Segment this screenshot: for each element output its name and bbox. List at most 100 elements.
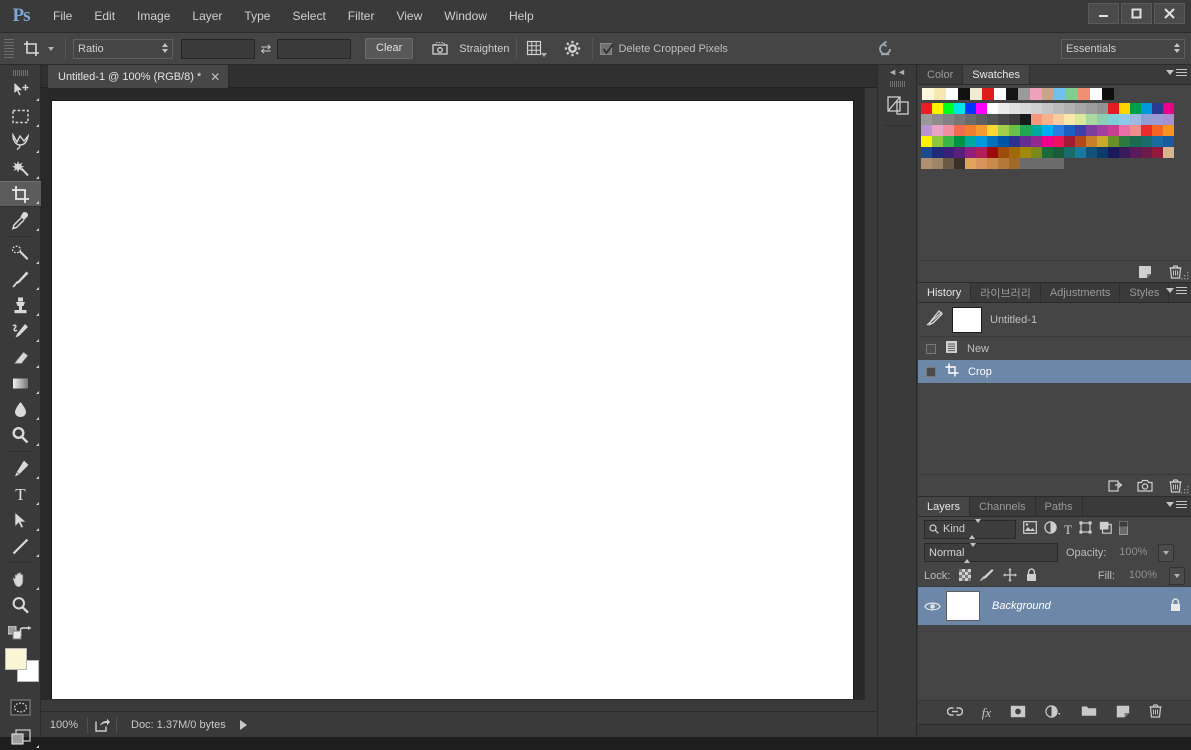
- color-swatch[interactable]: [1119, 147, 1130, 158]
- color-swatch[interactable]: [943, 136, 954, 147]
- filter-pixel-icon[interactable]: [1023, 521, 1037, 537]
- color-swatch[interactable]: [1075, 147, 1086, 158]
- blend-mode-select[interactable]: Normal: [924, 542, 1058, 563]
- color-swatch[interactable]: [987, 125, 998, 136]
- path-selection-tool-flyout-icon[interactable]: [36, 528, 39, 531]
- color-swatch[interactable]: [1119, 136, 1130, 147]
- share-icon[interactable]: [88, 718, 116, 732]
- pen-tool-flyout-icon[interactable]: [36, 476, 39, 479]
- color-swatch[interactable]: [1097, 114, 1108, 125]
- color-swatch[interactable]: [1009, 158, 1020, 169]
- color-swatch[interactable]: [1009, 136, 1020, 147]
- color-swatch[interactable]: [1152, 147, 1163, 158]
- color-swatch[interactable]: [1141, 136, 1152, 147]
- color-swatch[interactable]: [1141, 125, 1152, 136]
- zoom-level[interactable]: 100%: [41, 719, 87, 731]
- color-swatch[interactable]: [932, 158, 943, 169]
- color-swatch[interactable]: [1152, 125, 1163, 136]
- color-swatch[interactable]: [1031, 136, 1042, 147]
- layer-row-background[interactable]: Background: [918, 587, 1191, 625]
- color-swatch[interactable]: [987, 103, 998, 114]
- reset-icon[interactable]: [873, 37, 899, 61]
- color-swatch[interactable]: [1020, 125, 1031, 136]
- color-swatch[interactable]: [1042, 158, 1053, 169]
- crop-width-input[interactable]: [181, 38, 255, 59]
- lasso-tool[interactable]: [0, 129, 41, 155]
- color-swatch[interactable]: [1031, 103, 1042, 114]
- crop-ratio-stepper-icon[interactable]: [162, 42, 168, 53]
- color-swatch[interactable]: [998, 147, 1009, 158]
- color-swatch[interactable]: [1064, 125, 1075, 136]
- color-swatch[interactable]: [954, 158, 965, 169]
- color-swatch[interactable]: [965, 147, 976, 158]
- menu-window[interactable]: Window: [433, 0, 498, 33]
- tab-paths[interactable]: Paths: [1036, 497, 1083, 516]
- layer-name[interactable]: Background: [980, 600, 1170, 612]
- healing-brush-tool[interactable]: [0, 240, 41, 266]
- color-swatch[interactable]: [943, 158, 954, 169]
- maximize-button[interactable]: [1121, 3, 1152, 24]
- canvas-horizontal-scrollbar[interactable]: [41, 699, 864, 711]
- color-swatch[interactable]: [932, 125, 943, 136]
- eraser-tool[interactable]: [0, 344, 41, 370]
- lock-all-icon[interactable]: [1026, 567, 1037, 585]
- crop-tool-flyout-icon[interactable]: [36, 201, 39, 204]
- add-layer-mask-icon[interactable]: [1010, 705, 1026, 721]
- status-expand-arrow-icon[interactable]: [239, 719, 247, 730]
- delete-cropped-pixels-checkbox[interactable]: Delete Cropped Pixels: [600, 42, 728, 55]
- color-swatch[interactable]: [1075, 103, 1086, 114]
- lock-transparency-icon[interactable]: [959, 568, 972, 584]
- color-swatch[interactable]: [1086, 125, 1097, 136]
- color-swatch[interactable]: [1031, 147, 1042, 158]
- gradient-tool[interactable]: [0, 370, 41, 396]
- color-swatch[interactable]: [976, 125, 987, 136]
- color-swatch[interactable]: [1042, 103, 1053, 114]
- move-tool[interactable]: [0, 77, 41, 103]
- color-swatch[interactable]: [1020, 103, 1031, 114]
- tab-channels[interactable]: Channels: [970, 497, 1036, 516]
- color-swatch[interactable]: [1130, 114, 1141, 125]
- brush-tool-flyout-icon[interactable]: [36, 287, 39, 290]
- opacity-value[interactable]: 100%: [1114, 544, 1150, 562]
- grid-overlay-icon[interactable]: [524, 37, 550, 61]
- layer-style-fx-icon[interactable]: fx: [982, 705, 991, 721]
- dodge-tool-flyout-icon[interactable]: [36, 443, 39, 446]
- filter-type-icon[interactable]: T: [1064, 523, 1072, 536]
- color-swatch[interactable]: [1064, 103, 1075, 114]
- color-swatch[interactable]: [1009, 103, 1020, 114]
- color-swatch[interactable]: [998, 158, 1009, 169]
- history-snapshot-row[interactable]: Untitled-1: [918, 303, 1191, 337]
- hand-tool-flyout-icon[interactable]: [36, 587, 39, 590]
- lock-image-icon[interactable]: [980, 568, 994, 584]
- color-swatch[interactable]: [1141, 147, 1152, 158]
- crop-preset-chevron-icon[interactable]: [44, 46, 58, 51]
- swatches-resize-grip[interactable]: [1180, 271, 1189, 280]
- opacity-dropdown-icon[interactable]: [1158, 543, 1175, 562]
- color-swatch[interactable]: [976, 114, 987, 125]
- close-icon[interactable]: ✕: [210, 71, 220, 83]
- color-swatch[interactable]: [1042, 136, 1053, 147]
- color-swatch[interactable]: [1075, 136, 1086, 147]
- eye-icon[interactable]: [918, 601, 946, 612]
- close-button[interactable]: [1154, 3, 1185, 24]
- recent-swatch[interactable]: [946, 88, 958, 100]
- eraser-tool-flyout-icon[interactable]: [36, 365, 39, 368]
- crop-ratio-select[interactable]: Ratio: [73, 38, 173, 59]
- history-brush-source-icon[interactable]: [926, 309, 944, 329]
- color-swatch[interactable]: [1130, 103, 1141, 114]
- color-swatch[interactable]: [1119, 114, 1130, 125]
- recent-swatch[interactable]: [1006, 88, 1018, 100]
- color-swatch[interactable]: [921, 158, 932, 169]
- blur-tool-flyout-icon[interactable]: [36, 417, 39, 420]
- history-panel-menu-icon[interactable]: [1166, 287, 1187, 294]
- tab-styles[interactable]: Styles: [1120, 283, 1170, 302]
- color-swatch[interactable]: [932, 136, 943, 147]
- color-swatch[interactable]: [943, 114, 954, 125]
- color-swatch[interactable]: [965, 158, 976, 169]
- tab-swatches[interactable]: Swatches: [963, 65, 1030, 84]
- hand-tool[interactable]: [0, 566, 41, 592]
- tab-color[interactable]: Color: [918, 65, 964, 84]
- color-swatch[interactable]: [1053, 147, 1064, 158]
- color-swatch[interactable]: [1053, 114, 1064, 125]
- recent-swatch[interactable]: [970, 88, 982, 100]
